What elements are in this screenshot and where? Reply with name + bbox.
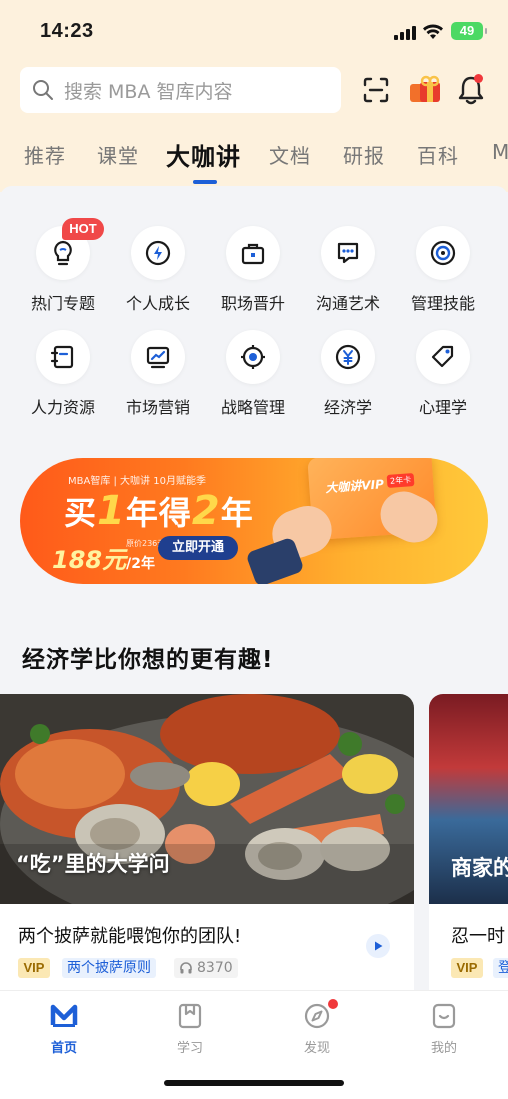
search-placeholder: 搜索 MBA 智库内容: [64, 80, 233, 103]
battery-indicator: 49: [451, 22, 487, 40]
play-button[interactable]: [366, 934, 390, 958]
category-tabs: 推荐 课堂 大咖讲 文档 研报 百科 M: [0, 130, 508, 180]
banner-headline: 买1年得2年: [64, 488, 254, 534]
target-ring-icon: [430, 240, 456, 266]
content-top-edge: [0, 186, 508, 198]
category-personal-growth[interactable]: 个人成长: [110, 226, 206, 314]
lightning-icon: [145, 240, 171, 266]
play-icon: [375, 941, 383, 951]
profile-face-icon: [432, 1003, 456, 1029]
search-input[interactable]: 搜索 MBA 智库内容: [20, 67, 341, 113]
category-communication[interactable]: 沟通艺术: [300, 226, 396, 314]
yen-coin-icon: [335, 344, 361, 370]
bookmark-icon: [178, 1003, 202, 1029]
nav-learn[interactable]: 学习: [150, 1003, 230, 1056]
category-label: 职场晋升: [220, 294, 285, 313]
tab-more[interactable]: M: [492, 140, 508, 164]
mba-logo-icon: [50, 1004, 78, 1027]
tab-documents[interactable]: 文档: [269, 140, 311, 169]
tab-encyclopedia[interactable]: 百科: [417, 140, 459, 169]
category-label: 心理学: [418, 398, 467, 417]
gift-icon[interactable]: [408, 74, 442, 106]
notebook-icon: [50, 345, 74, 369]
cellular-signal-icon: [394, 26, 416, 40]
banner-cta-button[interactable]: 立即开通: [158, 536, 238, 560]
nav-discover[interactable]: 发现: [277, 1003, 357, 1056]
home-indicator: [164, 1080, 344, 1086]
crosshair-icon: [241, 345, 265, 369]
briefcase-icon: [241, 243, 265, 265]
category-label: 经济学: [323, 398, 372, 417]
play-count: 8370: [174, 958, 238, 978]
category-management-skills[interactable]: 管理技能: [395, 226, 491, 314]
active-tab-indicator: [193, 180, 217, 184]
nav-profile[interactable]: 我的: [404, 1003, 484, 1056]
section-title: 经济学比你想的更有趣!: [22, 647, 274, 673]
trend-chart-icon: [146, 346, 170, 369]
audio-course-card-next[interactable]: 商家的 忍一时 VIP 登: [429, 694, 508, 990]
course-title: 忍一时: [451, 926, 505, 947]
nav-home[interactable]: 首页: [24, 1003, 104, 1056]
tag-icon: [431, 345, 454, 368]
vip-promo-banner[interactable]: MBA智库 | 大咖讲 10月赋能季 买1年得2年 原价236元/2年 188元…: [20, 458, 488, 584]
status-bar: 14:23 49: [0, 0, 508, 60]
cover-caption: 商家的: [451, 856, 508, 880]
notification-dot: [474, 74, 483, 83]
category-label: 人力资源: [30, 398, 95, 417]
category-career-promotion[interactable]: 职场晋升: [205, 226, 301, 314]
headphones-icon: [180, 962, 192, 974]
category-label: 热门专题: [30, 294, 95, 313]
topic-tag[interactable]: 登: [493, 958, 508, 978]
category-psychology[interactable]: 心理学: [395, 330, 491, 418]
banner-price: 188元/2年: [52, 546, 155, 574]
tab-classroom[interactable]: 课堂: [97, 140, 139, 169]
vip-tag: VIP: [451, 958, 483, 978]
category-label: 个人成长: [125, 294, 190, 313]
top-header: 14:23 49 搜索 MBA 智库内容 推荐 课堂 大咖讲 文档 研报 百科 …: [0, 0, 508, 192]
scan-icon[interactable]: [362, 76, 390, 104]
seafood-cover-image: “吃”里的大学问: [0, 694, 414, 904]
category-marketing[interactable]: 市场营销: [110, 330, 206, 418]
chat-icon: [337, 242, 359, 264]
tab-reports[interactable]: 研报: [343, 140, 385, 169]
course-title: 两个披萨就能喂饱你的团队!: [18, 926, 242, 947]
discover-notification-dot: [328, 999, 338, 1009]
category-strategy[interactable]: 战略管理: [205, 330, 301, 418]
cover-caption: “吃”里的大学问: [16, 852, 170, 876]
compass-icon: [304, 1003, 330, 1029]
topic-tag[interactable]: 两个披萨原则: [62, 958, 156, 978]
vip-tag: VIP: [18, 958, 50, 978]
search-icon: [33, 80, 53, 100]
audio-course-card[interactable]: “吃”里的大学问 两个披萨就能喂饱你的团队! VIP 两个披萨原则 8370: [0, 694, 414, 990]
hot-badge: HOT: [62, 218, 104, 240]
banner-mini-text: MBA智库 | 大咖讲 10月赋能季: [68, 476, 206, 487]
status-time: 14:23: [40, 20, 94, 42]
category-human-resources[interactable]: 人力资源: [15, 330, 111, 418]
tab-recommend[interactable]: 推荐: [24, 140, 66, 169]
category-label: 市场营销: [125, 398, 190, 417]
wifi-icon: [423, 24, 443, 39]
category-label: 管理技能: [410, 294, 475, 313]
category-label: 沟通艺术: [315, 294, 380, 313]
bulb-icon: [54, 240, 72, 266]
category-economics[interactable]: 经济学: [300, 330, 396, 418]
category-label: 战略管理: [220, 398, 285, 417]
tab-expert-talk[interactable]: 大咖讲: [166, 137, 241, 172]
